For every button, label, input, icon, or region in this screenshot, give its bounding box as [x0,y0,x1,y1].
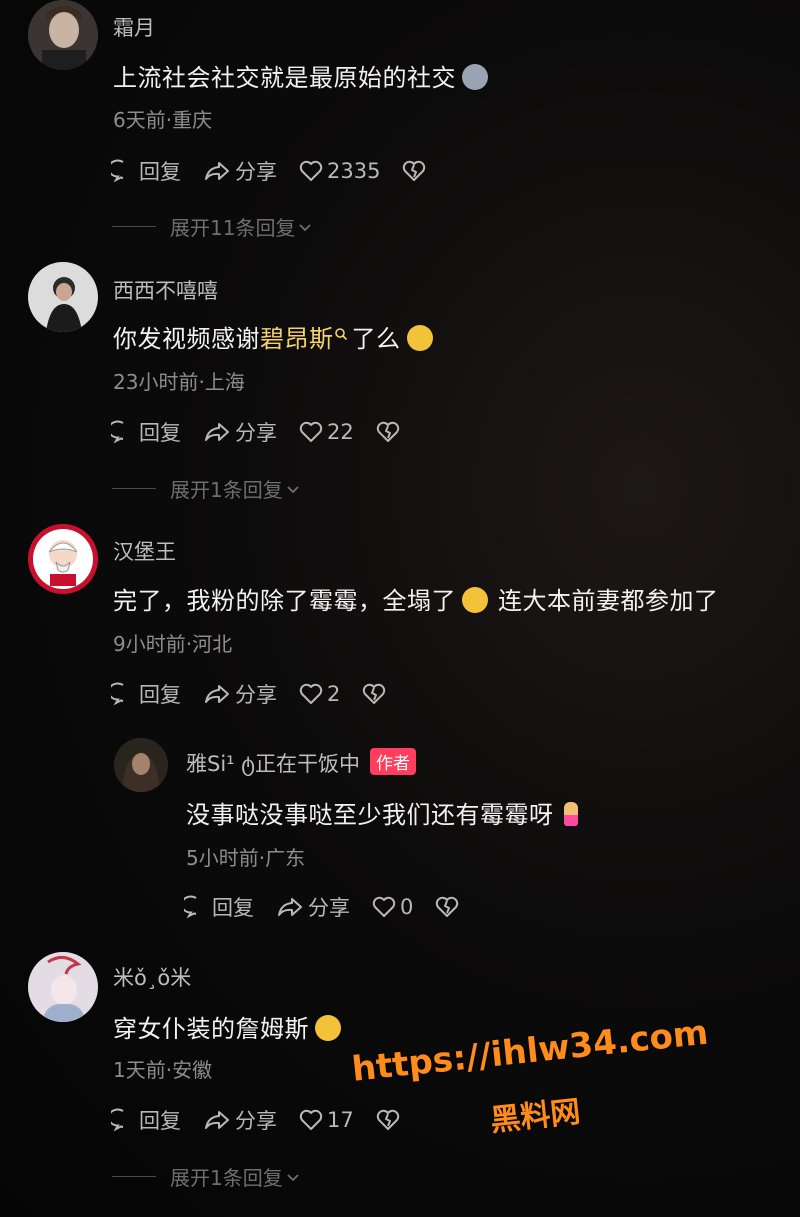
reply-actions: 回复 分享 0 [184,892,485,922]
divider [112,226,156,227]
like-button[interactable]: 0 [372,895,413,919]
search-icon[interactable] [334,327,348,341]
share-icon [278,898,302,916]
finger-emoji-icon [563,802,578,826]
like-button[interactable]: 22 [299,420,354,444]
reply-username[interactable]: 雅Si¹ ტ正在干饭中 作者 [186,748,416,778]
divider [112,488,156,489]
heart-icon [299,1109,323,1130]
like-button[interactable]: 17 [299,1108,354,1132]
avatar[interactable] [28,524,98,594]
reply-icon [184,895,197,919]
reply-meta: 5小时前·广东 [186,846,306,870]
comment-text: 你发视频感谢碧昂斯 了么 [113,319,433,354]
share-button[interactable]: 分享 [203,417,277,447]
avatar[interactable] [114,738,168,792]
heart-icon [299,683,323,704]
dislike-button[interactable] [362,683,390,705]
comment-text: 上流社会社交就是最原始的社交 [113,58,488,93]
share-button[interactable]: 分享 [203,679,277,709]
share-icon [205,162,229,180]
reply-icon [111,420,124,444]
like-count: 2 [327,682,341,706]
broken-heart-icon [403,160,426,181]
heart-icon [299,160,323,181]
comment-meta: 1天前·安徽 [113,1058,213,1082]
comment-meta: 9小时前·河北 [113,632,233,656]
reply-button[interactable]: 回复 [111,1105,181,1135]
chevron-down-icon [299,223,312,231]
avatar[interactable] [28,262,98,332]
comment-username[interactable]: 米ǒ¸ǒ米 [113,962,191,992]
expand-replies-button[interactable]: 展开11条回复 [112,212,313,241]
share-button[interactable]: 分享 [203,156,277,186]
broken-heart-icon [376,421,399,442]
share-button[interactable]: 分享 [203,1105,277,1135]
reply-icon [111,1108,124,1132]
heart-icon [372,896,396,917]
reply-button[interactable]: 回复 [111,417,181,447]
reply-button[interactable]: 回复 [184,892,254,922]
like-button[interactable]: 2335 [299,159,380,183]
heart-icon [299,421,323,442]
share-icon [205,1111,229,1129]
comment-actions: 回复 分享 2335 [111,156,452,186]
comment-text: 穿女仆装的詹姆斯 [113,1009,341,1044]
dislike-button[interactable] [402,160,430,182]
reply-button[interactable]: 回复 [111,679,181,709]
comment-text: 完了，我粉的除了霉霉，全塌了 连大本前妻都参加了 [113,587,719,615]
expand-replies-button[interactable]: 展开1条回复 [112,1162,301,1191]
broken-heart-icon [363,683,386,704]
chevron-down-icon [287,1173,299,1181]
like-count: 0 [400,895,414,919]
search-keyword-link[interactable]: 碧昂斯 [260,325,334,353]
dislike-button[interactable] [376,421,404,443]
dislike-button[interactable] [376,1109,404,1131]
comment-meta: 23小时前·上海 [113,370,245,394]
like-count: 17 [327,1108,354,1132]
divider [112,1176,156,1177]
comment-actions: 回复 分享 17 [111,1105,426,1135]
chevron-down-icon [287,485,299,493]
comment-actions: 回复 分享 2 [111,679,412,709]
share-icon [205,423,229,441]
avatar[interactable] [28,0,98,70]
comment-username[interactable]: 霜月 [113,12,155,42]
laugh-cry-emoji-icon [462,587,488,613]
broken-heart-icon [376,1109,399,1130]
comment-meta: 6天前·重庆 [113,108,213,132]
share-icon [205,685,229,703]
like-count: 22 [327,420,354,444]
reply-icon [111,682,124,706]
cat-emoji-icon [462,64,488,90]
reply-text: 没事哒没事哒至少我们还有霉霉呀 [186,795,578,830]
dizzy-face-emoji-icon [315,1015,341,1041]
comment-username[interactable]: 汉堡王 [113,536,176,566]
reply-button[interactable]: 回复 [111,156,181,186]
like-button[interactable]: 2 [299,682,340,706]
dislike-button[interactable] [435,896,463,918]
laugh-cry-emoji-icon [406,325,433,351]
comment-actions: 回复 分享 22 [111,417,426,447]
comment-username[interactable]: 西西不嘻嘻 [113,275,218,305]
expand-replies-button[interactable]: 展开1条回复 [112,474,301,503]
avatar[interactable] [28,952,98,1022]
reply-icon [111,159,124,183]
broken-heart-icon [436,896,459,917]
watermark-name: 黑料网 [488,1094,583,1139]
author-badge: 作者 [370,748,416,775]
like-count: 2335 [327,159,381,183]
share-button[interactable]: 分享 [276,892,350,922]
watermark-url: https://ihlw34.com [350,1012,711,1090]
